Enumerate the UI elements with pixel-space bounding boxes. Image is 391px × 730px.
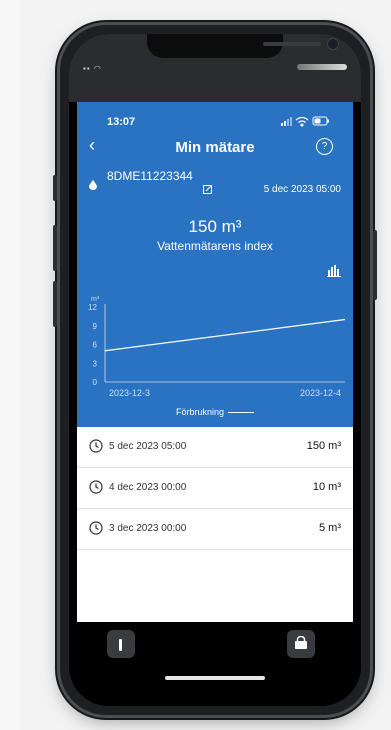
notch bbox=[147, 34, 339, 58]
status-icons bbox=[281, 116, 329, 127]
y-tick-label: 9 bbox=[93, 322, 98, 331]
index-value: 150 m³ bbox=[188, 217, 242, 236]
reading-value: 5 m³ bbox=[319, 522, 341, 534]
clock-icon bbox=[89, 521, 103, 535]
clock-icon bbox=[89, 480, 103, 494]
bar-chart-icon[interactable] bbox=[327, 265, 341, 277]
reading-datetime: 3 dec 2023 00:00 bbox=[109, 523, 187, 534]
header-panel: 13:07 ‹ Min mätare ? 8DME11223344 5 dec … bbox=[77, 102, 353, 427]
volume-down-button bbox=[53, 281, 57, 327]
reading-datetime: 5 dec 2023 05:00 bbox=[109, 441, 187, 452]
app-screen: 13:07 ‹ Min mätare ? 8DME11223344 5 dec … bbox=[77, 102, 353, 622]
meter-id: 8DME11223344 bbox=[107, 169, 193, 183]
info-icon bbox=[119, 639, 122, 651]
list-item[interactable]: 5 dec 2023 05:00 150 m³ bbox=[77, 427, 353, 468]
battery-icon bbox=[312, 116, 329, 126]
clock-icon bbox=[89, 439, 103, 453]
index-label: Vattenmätarens index bbox=[157, 239, 273, 253]
volume-up-button bbox=[53, 225, 57, 271]
y-tick-label: 6 bbox=[93, 341, 98, 350]
consumption-chart: m³ 0 3 6 9 12 2023-12-3 2023-12-4 bbox=[88, 296, 346, 398]
background bbox=[0, 0, 20, 730]
legend-label: Förbrukning bbox=[175, 407, 225, 417]
y-tick-label: 0 bbox=[93, 378, 98, 387]
phone-frame: ▪▪ ◠ 13:07 ‹ Min mätare ? 8DME11223344 5… bbox=[53, 25, 377, 715]
x-tick-label: 2023-12-4 bbox=[300, 388, 341, 398]
reading-value: 10 m³ bbox=[312, 481, 341, 493]
series-line bbox=[104, 318, 346, 352]
reading-value: 150 m³ bbox=[306, 440, 341, 452]
list-item[interactable]: 4 dec 2023 00:00 10 m³ bbox=[77, 468, 353, 509]
mute-switch bbox=[53, 175, 57, 201]
lock-button[interactable] bbox=[287, 630, 315, 658]
y-tick-label: 3 bbox=[93, 359, 98, 368]
legend-line bbox=[228, 412, 255, 414]
y-tick-label: 12 bbox=[88, 303, 97, 312]
list-item[interactable]: 3 dec 2023 00:00 5 m³ bbox=[77, 509, 353, 550]
reflected-battery-icon bbox=[297, 64, 347, 70]
reflected-status-icons: ▪▪ ◠ bbox=[83, 64, 102, 73]
lock-icon bbox=[295, 636, 307, 649]
readings-list: 5 dec 2023 05:00 150 m³ 4 dec 2023 00:00 10… bbox=[77, 427, 353, 550]
y-axis-unit: m³ bbox=[91, 296, 100, 303]
status-time: 13:07 bbox=[107, 116, 136, 128]
water-drop-icon bbox=[89, 180, 97, 190]
help-icon[interactable]: ? bbox=[316, 138, 333, 155]
chart-legend: Förbrukning bbox=[77, 407, 353, 417]
top-bezel: ▪▪ ◠ bbox=[69, 34, 361, 102]
edit-icon[interactable] bbox=[203, 184, 213, 194]
phone-bezel: ▪▪ ◠ 13:07 ‹ Min mätare ? 8DME11223344 5… bbox=[69, 34, 361, 706]
camera-icon bbox=[327, 38, 339, 50]
x-tick-label: 2023-12-3 bbox=[109, 388, 150, 398]
info-button[interactable] bbox=[107, 630, 135, 658]
power-button bbox=[373, 230, 377, 300]
reading-datetime: 4 dec 2023 00:00 bbox=[109, 482, 187, 493]
page-title: Min mätare bbox=[175, 139, 255, 156]
signal-icon bbox=[281, 117, 292, 126]
home-indicator[interactable] bbox=[165, 676, 265, 680]
bottom-bezel bbox=[69, 622, 361, 706]
meter-timestamp: 5 dec 2023 05:00 bbox=[263, 184, 341, 195]
speaker bbox=[263, 42, 321, 46]
wifi-icon bbox=[295, 116, 309, 127]
